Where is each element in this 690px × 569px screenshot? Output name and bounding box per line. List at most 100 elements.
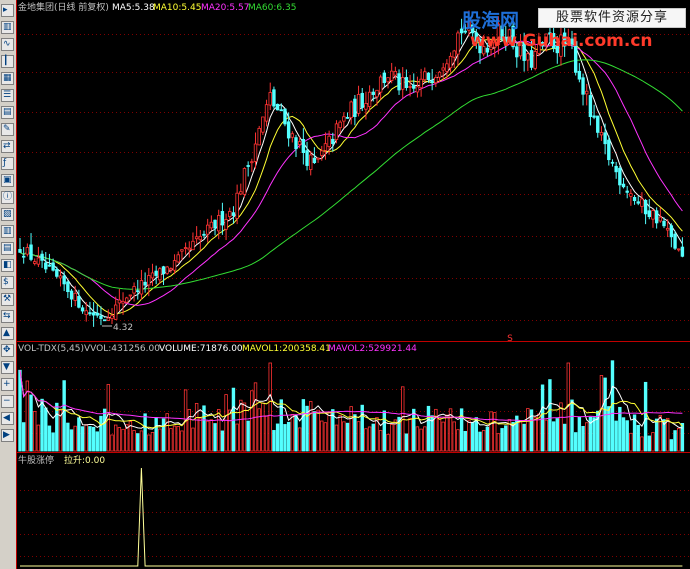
candle-body-3 — [29, 244, 33, 260]
candle-body-158 — [599, 132, 604, 136]
candle-body-50 — [202, 233, 206, 236]
volume-bar-102 — [393, 419, 398, 452]
volume-bar-96 — [371, 423, 375, 452]
candle-body-164 — [621, 183, 626, 188]
candle-36 — [150, 263, 155, 287]
line-chart-icon[interactable]: ∿ — [1, 38, 14, 51]
left-arrow-icon[interactable]: ◀ — [1, 412, 14, 425]
candle-68 — [268, 82, 272, 111]
analysis-icon[interactable]: ◧ — [1, 259, 14, 272]
zoom-out-icon[interactable]: − — [1, 395, 14, 408]
candle-body-152 — [577, 70, 582, 80]
zoom-in-icon[interactable]: + — [1, 378, 14, 391]
indicator-icon[interactable]: ƒ — [1, 157, 14, 170]
candle-body-38 — [158, 268, 162, 281]
down-arrow-icon-glyph: ▼ — [3, 362, 10, 372]
candle-body-160 — [607, 139, 611, 161]
money-icon[interactable]: $ — [1, 276, 14, 289]
volume-bar-174 — [658, 414, 663, 452]
cursor-icon[interactable]: ▸ — [1, 4, 14, 17]
volume-bar-13 — [66, 422, 70, 452]
candle-body-24 — [106, 317, 111, 321]
candle-2 — [25, 243, 30, 257]
volume-bar-115 — [441, 421, 445, 452]
chart-icon[interactable]: ▥ — [1, 21, 14, 34]
volume-bar-135 — [515, 415, 519, 452]
ma60-readout: MA60:6.35 — [248, 3, 296, 13]
chart-area[interactable]: S 金地集团(日线 前复权) MA5:5.38 MA10:5.45 MA20:5… — [16, 0, 690, 569]
move-icon[interactable]: ✥ — [1, 344, 14, 357]
candle-body-153 — [581, 77, 585, 95]
volume-bar-140 — [533, 416, 537, 452]
candle-160 — [607, 135, 611, 166]
candle-body-177 — [669, 225, 674, 238]
grid-icon[interactable]: ▦ — [1, 72, 14, 85]
candle-95 — [367, 85, 372, 112]
info-icon[interactable]: ⓘ — [1, 191, 14, 204]
candle-body-48 — [194, 236, 199, 240]
list-icon-glyph: ☰ — [3, 90, 12, 100]
candle-body-104 — [401, 77, 405, 90]
candle-body-169 — [640, 198, 644, 207]
candle-63 — [250, 158, 254, 172]
down-arrow-icon[interactable]: ▼ — [1, 361, 14, 374]
candle-body-36 — [150, 272, 155, 279]
calc-icon[interactable]: ▣ — [1, 174, 14, 187]
tools-icon-glyph: ⚒ — [3, 294, 12, 304]
right-arrow-icon[interactable]: ▶ — [1, 429, 14, 442]
volume-bar-109 — [419, 428, 423, 452]
volume-bar-48 — [194, 402, 199, 452]
volume-bar-38 — [158, 428, 162, 452]
volume-bar-105 — [404, 433, 409, 452]
compare-icon[interactable]: ⇄ — [1, 140, 14, 153]
volume-bar-118 — [452, 421, 456, 452]
candle-49 — [198, 229, 203, 251]
up-arrow-icon[interactable]: ▲ — [1, 327, 14, 340]
candle-body-139 — [529, 50, 534, 68]
bst-icon[interactable]: ▤ — [1, 242, 14, 255]
volume-bar-73 — [286, 421, 291, 452]
candle-70 — [275, 103, 280, 111]
candle-159 — [603, 123, 607, 155]
volume-bar-169 — [640, 436, 644, 452]
volume-bar-132 — [504, 425, 508, 452]
candle-107 — [412, 73, 416, 93]
candle-56 — [224, 213, 228, 241]
note-icon-glyph: ✎ — [3, 124, 11, 134]
table-icon[interactable]: ▤ — [1, 106, 14, 119]
candle-72 — [283, 108, 287, 127]
kline-icon[interactable]: ┃ — [1, 55, 14, 68]
volume-bar-24 — [106, 384, 111, 452]
candle-body-154 — [585, 90, 589, 95]
volume-bar-77 — [301, 399, 306, 452]
trade-icon[interactable]: ⇆ — [1, 310, 14, 323]
volume-bar-171 — [647, 435, 651, 452]
candle-body-117 — [448, 55, 453, 69]
volume-bar-68 — [268, 362, 272, 452]
candle-62 — [246, 161, 250, 177]
report-icon[interactable]: ▧ — [1, 208, 14, 221]
volume-bar-56 — [224, 394, 228, 452]
volume-bar-3 — [29, 394, 33, 452]
volume-bar-144 — [548, 379, 552, 452]
volume-bar-99 — [382, 410, 387, 452]
volume-bar-111 — [426, 405, 431, 452]
volume-bar-41 — [169, 428, 173, 452]
candle-body-172 — [651, 210, 655, 220]
candle-165 — [625, 185, 629, 199]
kline-chart-svg[interactable]: S 金地集团(日线 前复权) MA5:5.38 MA10:5.45 MA20:5… — [16, 0, 690, 569]
candle-body-86 — [334, 123, 339, 140]
tick-icon[interactable]: ▥ — [1, 225, 14, 238]
candle-39 — [161, 265, 166, 286]
volume-bar-14 — [69, 429, 74, 452]
candle-body-89 — [345, 116, 350, 119]
volume-bar-21 — [95, 431, 99, 452]
candle-53 — [213, 219, 217, 236]
tools-icon[interactable]: ⚒ — [1, 293, 14, 306]
note-icon[interactable]: ✎ — [1, 123, 14, 136]
candle-108 — [415, 76, 420, 98]
volume-bar-122 — [467, 420, 471, 452]
candle-46 — [187, 241, 191, 258]
list-icon[interactable]: ☰ — [1, 89, 14, 102]
indicator-series-line — [20, 467, 683, 567]
